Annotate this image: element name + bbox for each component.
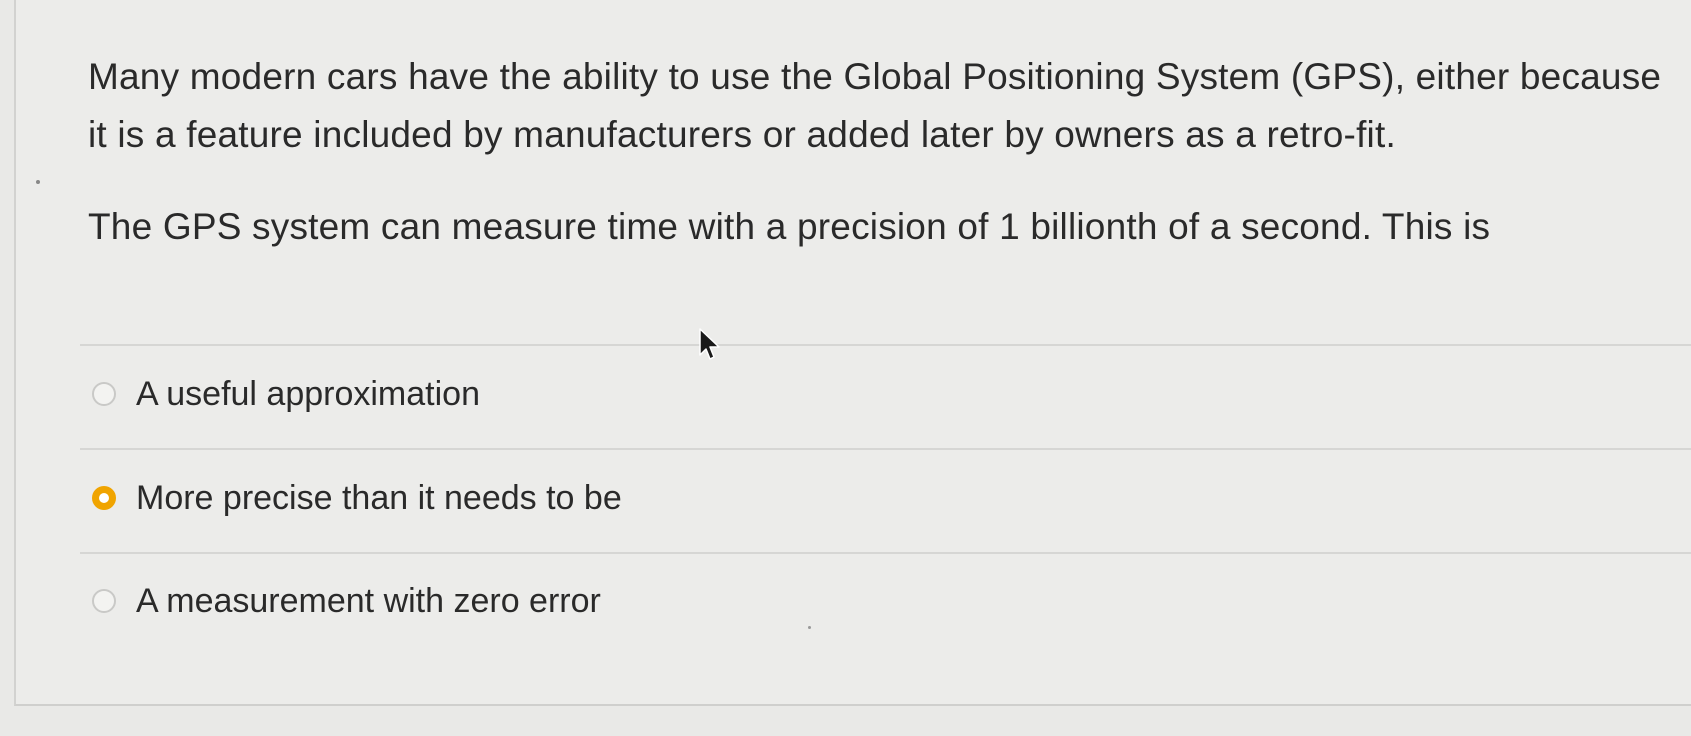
choice-label-1: A useful approximation xyxy=(136,374,480,413)
screen-speck xyxy=(808,626,811,629)
divider xyxy=(80,344,1691,346)
choice-option-3[interactable]: A measurement with zero error xyxy=(92,571,601,631)
radio-button-option-3[interactable] xyxy=(92,589,116,613)
divider xyxy=(80,552,1691,554)
choice-option-1[interactable]: A useful approximation xyxy=(92,364,480,424)
divider xyxy=(80,448,1691,450)
radio-button-option-1[interactable] xyxy=(92,382,116,406)
question-paragraph-2: The GPS system can measure time with a p… xyxy=(88,206,1491,247)
radio-button-option-2-selected[interactable] xyxy=(92,486,116,510)
mouse-pointer-icon xyxy=(699,328,720,360)
choice-label-2: More precise than it needs to be xyxy=(136,478,622,517)
question-text: Many modern cars have the ability to use… xyxy=(88,48,1668,256)
choice-option-2[interactable]: More precise than it needs to be xyxy=(92,468,622,528)
choice-label-3: A measurement with zero error xyxy=(136,581,601,620)
margin-dot xyxy=(36,180,40,184)
question-paragraph-1: Many modern cars have the ability to use… xyxy=(88,56,1662,155)
